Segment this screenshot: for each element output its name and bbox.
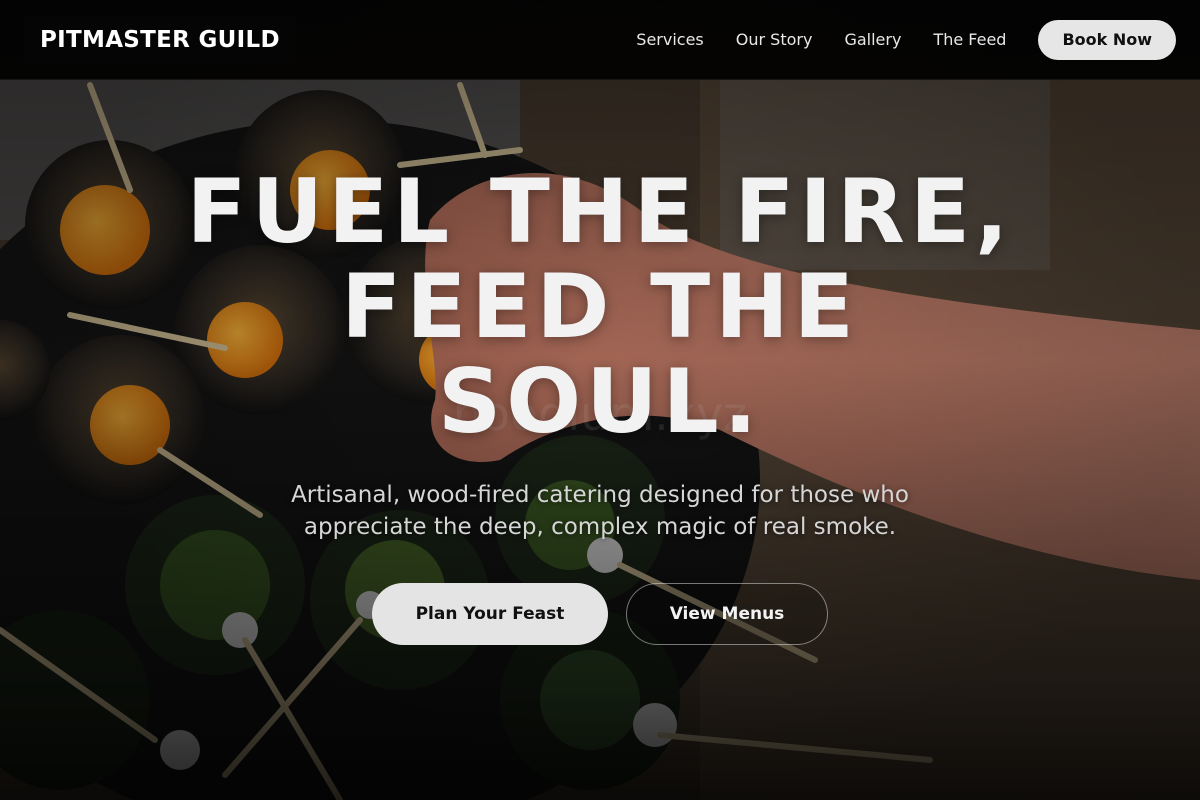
hero-headline-line-1: FUEL THE FIRE, [186, 160, 1014, 263]
nav-link-gallery[interactable]: Gallery [844, 30, 901, 49]
top-navbar: PITMASTER GUILD Services Our Story Galle… [0, 0, 1200, 80]
hero-headline: FUEL THE FIRE, FEED THE SOUL. [150, 164, 1050, 449]
book-now-button[interactable]: Book Now [1038, 19, 1176, 60]
nav-menu: Services Our Story Gallery The Feed Book… [636, 19, 1176, 60]
brand-logo[interactable]: PITMASTER GUILD [24, 15, 296, 64]
hero-headline-line-3: SOUL. [437, 350, 763, 453]
view-menus-button[interactable]: View Menus [626, 583, 828, 645]
hero-cta-group: Plan Your Feast View Menus [372, 583, 828, 645]
hero-subtitle: Artisanal, wood-fired catering designed … [291, 482, 909, 540]
plan-your-feast-button[interactable]: Plan Your Feast [372, 583, 608, 645]
nav-link-our-story[interactable]: Our Story [736, 30, 813, 49]
nav-link-services[interactable]: Services [636, 30, 703, 49]
nav-link-the-feed[interactable]: The Feed [933, 30, 1006, 49]
hero-headline-line-2: FEED THE [341, 255, 859, 358]
hero-section: FUEL THE FIRE, FEED THE SOUL. Artisanal,… [0, 80, 1200, 800]
